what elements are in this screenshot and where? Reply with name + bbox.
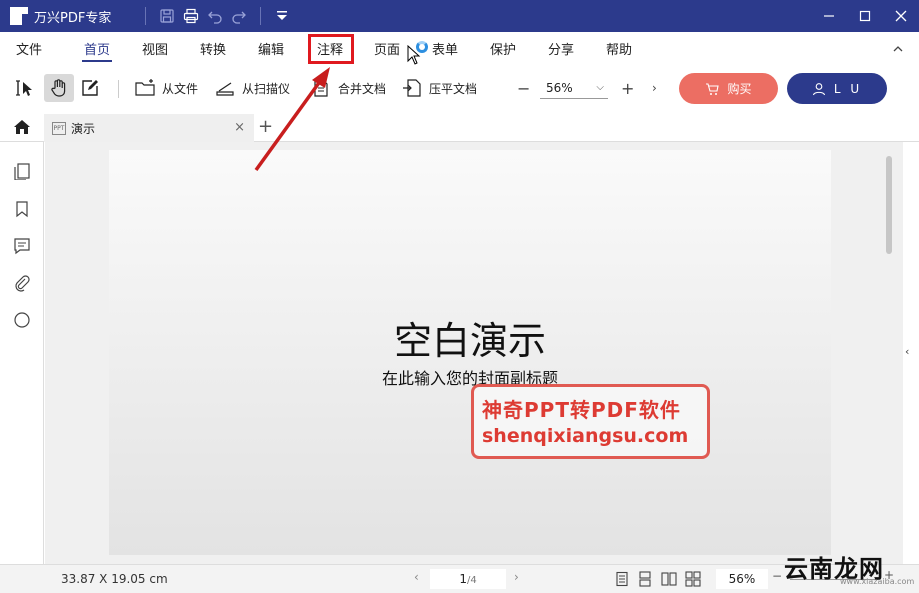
- add-tab-button[interactable]: +: [258, 116, 273, 137]
- page-current: 1: [459, 572, 467, 586]
- document-page: 空白演示 在此输入您的封面副标题: [109, 150, 831, 555]
- customize-dropdown-icon[interactable]: [271, 5, 293, 27]
- menu-share[interactable]: 分享: [548, 39, 574, 58]
- menu-bar: 文件 首页 视图 转换 编辑 注释 页面 表单 保护 分享 帮助: [0, 32, 919, 64]
- divider: [260, 7, 262, 25]
- next-page-chevron-icon[interactable]: ›: [514, 570, 519, 584]
- menu-page[interactable]: 页面: [374, 39, 400, 58]
- buy-button[interactable]: 购买: [679, 73, 778, 104]
- annotation-highlight-box: [308, 34, 354, 64]
- close-tab-icon[interactable]: ×: [234, 120, 245, 135]
- scanner-icon: [216, 82, 234, 96]
- title-bar: 万兴PDF专家: [0, 0, 919, 32]
- attachment-icon[interactable]: [13, 274, 31, 292]
- menu-form[interactable]: 表单: [432, 39, 458, 58]
- select-tool-button[interactable]: [14, 74, 40, 102]
- slide-title: 空白演示: [393, 319, 546, 363]
- menu-help[interactable]: 帮助: [606, 39, 632, 58]
- menu-protect[interactable]: 保护: [490, 39, 516, 58]
- from-scanner-label: 从扫描仪: [242, 81, 291, 96]
- save-icon[interactable]: [156, 5, 178, 27]
- user-account-button[interactable]: L U: [787, 73, 887, 104]
- merge-documents-button[interactable]: 合并文档: [310, 74, 386, 102]
- undo-icon[interactable]: [204, 5, 226, 27]
- divider: [145, 7, 147, 25]
- search-circle-icon[interactable]: [13, 311, 31, 329]
- redo-icon[interactable]: [228, 5, 250, 27]
- continuous-view-icon[interactable]: [637, 571, 653, 587]
- zoom-value: 56%: [546, 81, 573, 95]
- tab-document[interactable]: PPT 演示 ×: [44, 114, 254, 142]
- page-dimensions: 33.87 X 19.05 cm: [61, 572, 168, 586]
- vertical-scrollbar[interactable]: [886, 156, 892, 254]
- merge-documents-label: 合并文档: [338, 81, 387, 96]
- watermark-line2: shenqixiangsu.com: [482, 425, 689, 447]
- zoom-out-button[interactable]: −: [517, 74, 530, 102]
- cursor-select-icon: [16, 80, 32, 96]
- divider: [118, 80, 119, 98]
- document-viewer: 空白演示 在此输入您的封面副标题: [45, 142, 903, 564]
- single-page-view-icon[interactable]: [614, 571, 630, 587]
- from-file-label: 从文件: [162, 81, 199, 96]
- user-label: L U: [833, 81, 863, 96]
- print-icon[interactable]: [180, 5, 202, 27]
- previous-page-chevron-icon[interactable]: ‹: [414, 570, 419, 584]
- zoom-in-button[interactable]: +: [621, 74, 634, 102]
- thumbnails-icon[interactable]: [13, 162, 31, 181]
- edit-tool-button[interactable]: [79, 74, 105, 102]
- hand-tool-button[interactable]: [44, 74, 74, 102]
- menu-edit[interactable]: 编辑: [258, 39, 284, 58]
- comment-icon[interactable]: [13, 237, 31, 255]
- menu-file[interactable]: 文件: [16, 39, 42, 58]
- site-logo-domain: www.xiazaiba.com: [840, 577, 915, 586]
- zoom-select[interactable]: 56% ⌵: [540, 77, 608, 99]
- left-sidebar: [0, 142, 44, 564]
- flatten-document-button[interactable]: 压平文档: [401, 74, 477, 102]
- window-controls: [811, 0, 919, 32]
- chevron-up-icon[interactable]: [893, 44, 903, 54]
- minimize-button[interactable]: [811, 0, 847, 32]
- home-icon[interactable]: [13, 118, 31, 136]
- more-tools-chevron-icon[interactable]: ›: [652, 74, 657, 102]
- site-logo: 云南龙网 www.xiazaiba.com: [780, 541, 914, 586]
- close-button[interactable]: [883, 0, 919, 32]
- merge-document-icon: [314, 79, 328, 97]
- watermark-line1: 神奇PPT转PDF软件: [482, 398, 681, 422]
- menu-home[interactable]: 首页: [81, 39, 113, 62]
- chevron-down-icon: ⌵: [596, 82, 604, 93]
- from-file-button[interactable]: 从文件: [134, 74, 198, 102]
- menu-view[interactable]: 视图: [142, 39, 168, 58]
- watermark-stamp: 神奇PPT转PDF软件 shenqixiangsu.com: [471, 384, 710, 459]
- slide-subtitle: 在此输入您的封面副标题: [381, 369, 558, 388]
- app-title: 万兴PDF专家: [34, 10, 112, 26]
- loading-spinner-icon: [416, 41, 428, 53]
- folder-add-icon: [135, 79, 155, 96]
- document-tab-bar: PPT 演示 × +: [0, 112, 919, 142]
- tab-document-title: 演示: [71, 121, 96, 136]
- page-number-input[interactable]: 1/4: [430, 569, 506, 589]
- maximize-button[interactable]: [847, 0, 883, 32]
- toolbar: 从文件 从扫描仪 合并文档 压平文档 − + ›: [0, 66, 919, 110]
- edit-box-icon: [82, 80, 98, 96]
- cart-icon: [706, 82, 720, 95]
- menu-convert[interactable]: 转换: [200, 39, 226, 58]
- flatten-document-label: 压平文档: [429, 81, 478, 96]
- page-total: /4: [466, 575, 477, 586]
- flatten-document-icon: [403, 79, 421, 97]
- expand-right-panel-chevron-icon[interactable]: ‹: [905, 345, 909, 358]
- status-zoom-value[interactable]: 56%: [716, 569, 768, 589]
- user-icon: [812, 82, 825, 95]
- hand-icon: [51, 79, 66, 97]
- buy-label: 购买: [727, 82, 752, 96]
- app-logo-icon: [10, 7, 28, 25]
- from-scanner-button[interactable]: 从扫描仪: [214, 74, 290, 102]
- bookmark-icon[interactable]: [13, 200, 31, 218]
- two-page-view-icon[interactable]: [661, 571, 677, 587]
- ppt-file-icon: PPT: [52, 121, 66, 135]
- two-page-continuous-view-icon[interactable]: [685, 571, 701, 587]
